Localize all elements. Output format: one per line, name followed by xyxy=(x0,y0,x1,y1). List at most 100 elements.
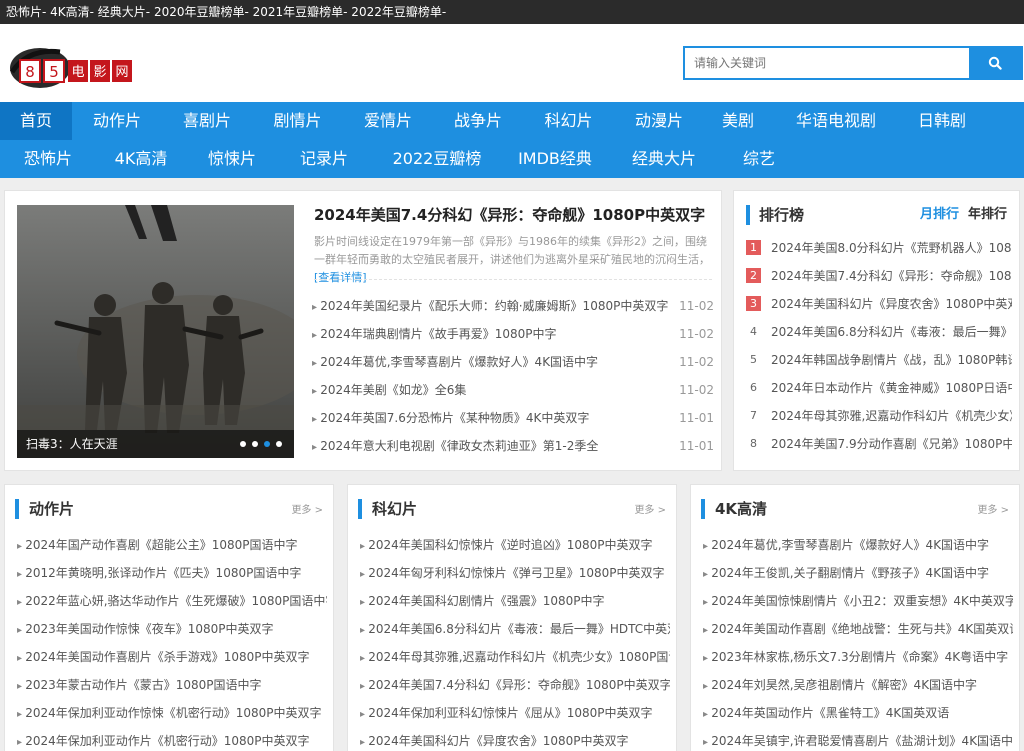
ranking-item[interactable]: 4 2024年美国6.8分科幻片《毒液：最后一舞》1080P中英双字 xyxy=(746,317,1012,345)
list-item[interactable]: 2024年英国动作片《黑雀特工》4K国英双语 xyxy=(703,699,1013,727)
ranking-item[interactable]: 2 2024年美国7.4分科幻《异形：夺命舰》1080P中英双字 xyxy=(746,261,1012,289)
list-item[interactable]: 2024年母其弥雅,迟嘉动作科幻片《机壳少女》1080P国语中字 xyxy=(360,643,670,671)
slide-poster-image xyxy=(17,205,294,458)
section-accent-bar xyxy=(746,205,750,225)
list-item[interactable]: 2024年葛优,李雪琴喜剧片《爆款好人》4K国语中字 xyxy=(703,531,1013,559)
more-link[interactable]: 更多 > xyxy=(291,501,323,516)
tab-yearly[interactable]: 年排行 xyxy=(968,205,1007,225)
list-item-title[interactable]: 2024年葛优,李雪琴喜剧片《爆款好人》4K国语中字 xyxy=(312,348,598,376)
ranking-item[interactable]: 3 2024年美国科幻片《异度农舍》1080P中英双字 xyxy=(746,289,1012,317)
category-action: 动作片 更多 > 2024年国产动作喜剧《超能公主》1080P国语中字 2012… xyxy=(4,484,334,751)
nav-item-action[interactable]: 动作片 xyxy=(72,102,162,140)
category-title[interactable]: 动作片 xyxy=(29,499,74,519)
list-item-title[interactable]: 2024年意大利电视剧《律政女杰莉迪亚》第1-2季全 xyxy=(312,432,598,460)
nav-item-home[interactable]: 首页 xyxy=(0,102,72,140)
search-button[interactable] xyxy=(969,48,1021,78)
ranking-item-title[interactable]: 2024年韩国战争剧情片《战，乱》1080P韩语中字 xyxy=(771,351,1012,368)
list-item-title[interactable]: 2024年瑞典剧情片《故手再爱》1080P中字 xyxy=(312,320,556,348)
main-nav: 首页 动作片 喜剧片 剧情片 爱情片 战争片 科幻片 动漫片 美剧 华语电视剧 … xyxy=(0,102,1024,178)
nav-item-romance[interactable]: 爱情片 xyxy=(343,102,433,140)
category-list: 2024年葛优,李雪琴喜剧片《爆款好人》4K国语中字 2024年王俊凯,关子翻剧… xyxy=(703,531,1013,751)
nav-item-classic-films[interactable]: 经典大片 xyxy=(606,140,722,178)
list-item[interactable]: 2024年美国动作喜剧片《杀手游戏》1080P中英双字 xyxy=(17,643,327,671)
list-item[interactable]: 2024年保加利亚科幻惊悚片《屈从》1080P中英双字 xyxy=(360,699,670,727)
list-item[interactable]: 2024年美国6.8分科幻片《毒液：最后一舞》HDTC中英双字 xyxy=(360,615,670,643)
ranking-item-title[interactable]: 2024年母其弥雅,迟嘉动作科幻片《机壳少女》1080P国语中字 xyxy=(771,407,1012,424)
ranking-item[interactable]: 8 2024年美国7.9分动作喜剧《兄弟》1080P中英双字 xyxy=(746,429,1012,457)
list-item-date: 11-02 xyxy=(679,299,714,313)
list-item[interactable]: 2024年美国科幻剧情片《强震》1080P中字 xyxy=(360,587,670,615)
ranking-item-title[interactable]: 2024年美国7.9分动作喜剧《兄弟》1080P中英双字 xyxy=(771,435,1012,452)
category-title[interactable]: 科幻片 xyxy=(372,499,417,519)
list-item-title[interactable]: 2024年英国7.6分恐怖片《某种物质》4K中英双字 xyxy=(312,404,589,432)
nav-item-documentary[interactable]: 记录片 xyxy=(278,140,370,178)
list-item-date: 11-01 xyxy=(679,411,714,425)
ranking-item-title[interactable]: 2024年美国8.0分科幻片《荒野机器人》1080P中英双字 xyxy=(771,239,1012,256)
site-logo[interactable]: 8 5 电 影 网 xyxy=(8,38,138,90)
nav-item-variety[interactable]: 综艺 xyxy=(722,140,796,178)
slider-dot[interactable] xyxy=(240,441,246,447)
list-item[interactable]: 2012年黄晓明,张译动作片《匹夫》1080P国语中字 xyxy=(17,559,327,587)
list-item[interactable]: 2024年王俊凯,关子翻剧情片《野孩子》4K国语中字 xyxy=(703,559,1013,587)
list-item[interactable]: 2024年意大利电视剧《律政女杰莉迪亚》第1-2季全 11-01 xyxy=(312,432,714,460)
tab-monthly[interactable]: 月排行 xyxy=(920,205,959,225)
nav-item-anime[interactable]: 动漫片 xyxy=(614,102,704,140)
nav-item-4k[interactable]: 4K高清 xyxy=(96,140,186,178)
view-details-link[interactable]: [查看详情] xyxy=(314,271,367,284)
ranking-item-title[interactable]: 2024年美国科幻片《异度农舍》1080P中英双字 xyxy=(771,295,1012,312)
rank-number: 7 xyxy=(750,408,757,422)
top-links-bar[interactable]: 恐怖片- 4K高清- 经典大片- 2020年豆瓣榜单- 2021年豆瓣榜单- 2… xyxy=(0,0,1024,24)
nav-item-chinese-tv[interactable]: 华语电视剧 xyxy=(772,102,900,140)
nav-item-comedy[interactable]: 喜剧片 xyxy=(162,102,252,140)
more-link[interactable]: 更多 > xyxy=(634,501,666,516)
nav-item-drama[interactable]: 剧情片 xyxy=(252,102,343,140)
list-item[interactable]: 2023年美国动作惊悚《夜车》1080P中英双字 xyxy=(17,615,327,643)
ranking-item-title[interactable]: 2024年美国7.4分科幻《异形：夺命舰》1080P中英双字 xyxy=(771,267,1012,284)
list-item[interactable]: 2024年瑞典剧情片《故手再爱》1080P中字 11-02 xyxy=(312,320,714,348)
featured-title[interactable]: 2024年美国7.4分科幻《异形：夺命舰》1080P中英双字 xyxy=(314,204,705,225)
list-item[interactable]: 2024年美国科幻惊悚片《逆时追凶》1080P中英双字 xyxy=(360,531,670,559)
list-item[interactable]: 2024年美国动作喜剧《绝地战警：生死与共》4K国英双语 xyxy=(703,615,1013,643)
list-item[interactable]: 2024年保加利亚动作片《机密行动》1080P中英双字 xyxy=(17,727,327,751)
list-item[interactable]: 2024年国产动作喜剧《超能公主》1080P国语中字 xyxy=(17,531,327,559)
slider-dot[interactable] xyxy=(252,441,258,447)
list-item[interactable]: 2024年美国7.4分科幻《异形：夺命舰》1080P中英双字 xyxy=(360,671,670,699)
list-item[interactable]: 2024年刘昊然,吴彦祖剧情片《解密》4K国语中字 xyxy=(703,671,1013,699)
nav-item-us-series[interactable]: 美剧 xyxy=(704,102,772,140)
list-item[interactable]: 2024年葛优,李雪琴喜剧片《爆款好人》4K国语中字 11-02 xyxy=(312,348,714,376)
list-item[interactable]: 2024年美国科幻片《异度农舍》1080P中英双字 xyxy=(360,727,670,751)
list-item-title[interactable]: 2024年美剧《如龙》全6集 xyxy=(312,376,466,404)
nav-item-imdb-classics[interactable]: IMDB经典 xyxy=(504,140,606,178)
ranking-item[interactable]: 5 2024年韩国战争剧情片《战，乱》1080P韩语中字 xyxy=(746,345,1012,373)
ranking-item[interactable]: 7 2024年母其弥雅,迟嘉动作科幻片《机壳少女》1080P国语中字 xyxy=(746,401,1012,429)
nav-row-2: 恐怖片 4K高清 惊悚片 记录片 2022豆瓣榜 IMDB经典 经典大片 综艺 xyxy=(0,140,1024,178)
list-item[interactable]: 2024年美剧《如龙》全6集 11-02 xyxy=(312,376,714,404)
more-link[interactable]: 更多 > xyxy=(977,501,1009,516)
nav-item-scifi[interactable]: 科幻片 xyxy=(523,102,614,140)
list-item[interactable]: 2024年保加利亚动作惊悚《机密行动》1080P中英双字 xyxy=(17,699,327,727)
slider-dot[interactable] xyxy=(276,441,282,447)
list-item[interactable]: 2022年蓝心妍,骆达华动作片《生死爆破》1080P国语中字 xyxy=(17,587,327,615)
ranking-item[interactable]: 6 2024年日本动作片《黄金神威》1080P日语中字 xyxy=(746,373,1012,401)
category-title[interactable]: 4K高清 xyxy=(715,499,767,519)
ranking-item[interactable]: 1 2024年美国8.0分科幻片《荒野机器人》1080P中英双字 xyxy=(746,233,1012,261)
nav-item-war[interactable]: 战争片 xyxy=(433,102,523,140)
ranking-item-title[interactable]: 2024年美国6.8分科幻片《毒液：最后一舞》1080P中英双字 xyxy=(771,323,1012,340)
featured-slider[interactable]: 扫毒3：人在天涯 xyxy=(17,205,294,458)
nav-item-horror[interactable]: 恐怖片 xyxy=(0,140,96,178)
ranking-item-title[interactable]: 2024年日本动作片《黄金神威》1080P日语中字 xyxy=(771,379,1012,396)
slider-dot-active[interactable] xyxy=(264,441,270,447)
nav-item-jp-kr-series[interactable]: 日韩剧 xyxy=(900,102,984,140)
list-item[interactable]: 2023年蒙古动作片《蒙古》1080P国语中字 xyxy=(17,671,327,699)
list-item[interactable]: 2024年吴镇宇,许君聪爱情喜剧片《盐湖计划》4K国语中字 xyxy=(703,727,1013,751)
nav-item-thriller[interactable]: 惊悚片 xyxy=(186,140,278,178)
list-item[interactable]: 2024年匈牙利科幻惊悚片《弹弓卫星》1080P中英双字 xyxy=(360,559,670,587)
list-item[interactable]: 2024年美国纪录片《配乐大师：约翰·威廉姆斯》1080P中英双字 11-02 xyxy=(312,292,714,320)
list-item-title[interactable]: 2024年美国纪录片《配乐大师：约翰·威廉姆斯》1080P中英双字 xyxy=(312,292,668,320)
nav-item-douban-2022[interactable]: 2022豆瓣榜 xyxy=(370,140,504,178)
list-item[interactable]: 2024年美国惊悚剧情片《小丑2：双重妄想》4K中英双字 xyxy=(703,587,1013,615)
search-input[interactable] xyxy=(685,48,969,78)
list-item[interactable]: 2024年英国7.6分恐怖片《某种物质》4K中英双字 11-01 xyxy=(312,404,714,432)
list-item[interactable]: 2023年林家栋,杨乐文7.3分剧情片《命案》4K粤语中字 xyxy=(703,643,1013,671)
svg-text:5: 5 xyxy=(49,63,59,81)
